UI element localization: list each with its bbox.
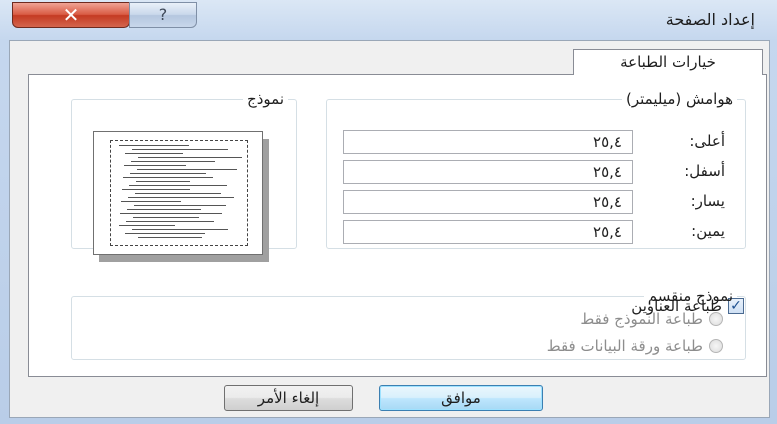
help-icon: ? — [158, 5, 168, 24]
preview-text-line — [135, 193, 221, 194]
preview-text-line — [131, 161, 215, 162]
preview-text-line — [124, 165, 186, 166]
preview-text-line — [132, 149, 228, 150]
preview-text-line — [120, 213, 222, 214]
margin-top-input[interactable]: ٢٥,٤ — [343, 130, 633, 154]
margin-row-top: أعلى: ٢٥,٤ — [325, 130, 725, 154]
preview-text-line — [119, 145, 189, 146]
margin-bottom-input[interactable]: ٢٥,٤ — [343, 160, 633, 184]
split-form-legend: نموذج منقسم — [647, 287, 733, 305]
preview-text-line — [122, 189, 190, 190]
ok-button[interactable]: موافق — [379, 385, 543, 411]
title-bar: ✕ ? إعداد الصفحة — [0, 0, 777, 40]
preview-text-line — [134, 205, 226, 206]
radio-print-datasheet-only[interactable]: طباعة ورقة البيانات فقط — [403, 337, 723, 357]
radio-button[interactable] — [709, 312, 723, 326]
preview-text-line — [125, 153, 183, 154]
preview-text-line — [132, 229, 228, 230]
preview-text-line — [125, 233, 205, 234]
window-title: إعداد الصفحة — [665, 10, 755, 29]
radio-print-datasheet-only-label: طباعة ورقة البيانات فقط — [546, 337, 703, 355]
radio-button[interactable] — [709, 339, 723, 353]
preview-text-line — [119, 225, 175, 226]
margins-legend: هوامش (ميليمتر) — [626, 90, 733, 108]
margin-right-label: يمين: — [691, 222, 725, 240]
margin-row-bottom: أسفل: ٢٥,٤ — [325, 160, 725, 184]
preview-text-line — [129, 185, 227, 186]
preview-text-line — [136, 181, 190, 182]
margin-bottom-label: أسفل: — [684, 162, 725, 180]
preview-text-line — [121, 201, 181, 202]
preview-text-line — [133, 217, 199, 218]
radio-print-form-only[interactable]: طباعة النموذج فقط — [403, 310, 723, 330]
preview-text-line — [138, 157, 242, 158]
margin-row-left: يسار: ٢٥,٤ — [325, 190, 725, 214]
preview-legend: نموذج — [247, 90, 284, 108]
preview-page — [93, 131, 263, 255]
preview-text-line — [138, 237, 202, 238]
preview-text-line — [126, 221, 214, 222]
radio-print-form-only-label: طباعة النموذج فقط — [580, 310, 703, 328]
cancel-button[interactable]: إلغاء الأمر — [224, 385, 353, 411]
margin-right-input[interactable]: ٢٥,٤ — [343, 220, 633, 244]
preview-group: نموذج — [71, 90, 297, 262]
dialog-client-area: خيارات الطباعة هوامش (ميليمتر) أعلى: ٢٥,… — [9, 40, 770, 418]
page-setup-dialog: ✕ ? إعداد الصفحة خيارات الطباعة هوامش (م… — [0, 0, 777, 424]
margin-left-label: يسار: — [690, 192, 725, 210]
preview-text-line — [127, 209, 201, 210]
close-icon: ✕ — [62, 3, 80, 27]
preview-text-line — [137, 169, 237, 170]
preview-print-area — [110, 140, 248, 246]
margin-left-input[interactable]: ٢٥,٤ — [343, 190, 633, 214]
preview-text-line — [130, 173, 206, 174]
margins-group: هوامش (ميليمتر) أعلى: ٢٥,٤ أسفل: ٢٥,٤ يس… — [326, 90, 746, 249]
tab-print-options[interactable]: خيارات الطباعة — [573, 49, 763, 75]
preview-text-line — [123, 177, 213, 178]
split-form-group: نموذج منقسم طباعة النموذج فقط طباعة ورقة… — [71, 287, 746, 360]
tab-panel: هوامش (ميليمتر) أعلى: ٢٥,٤ أسفل: ٢٥,٤ يس… — [28, 74, 767, 377]
margin-row-right: يمين: ٢٥,٤ — [325, 220, 725, 244]
close-button[interactable]: ✕ — [12, 2, 130, 28]
help-button[interactable]: ? — [129, 2, 197, 28]
preview-text-line — [128, 197, 234, 198]
margin-top-label: أعلى: — [689, 132, 725, 150]
